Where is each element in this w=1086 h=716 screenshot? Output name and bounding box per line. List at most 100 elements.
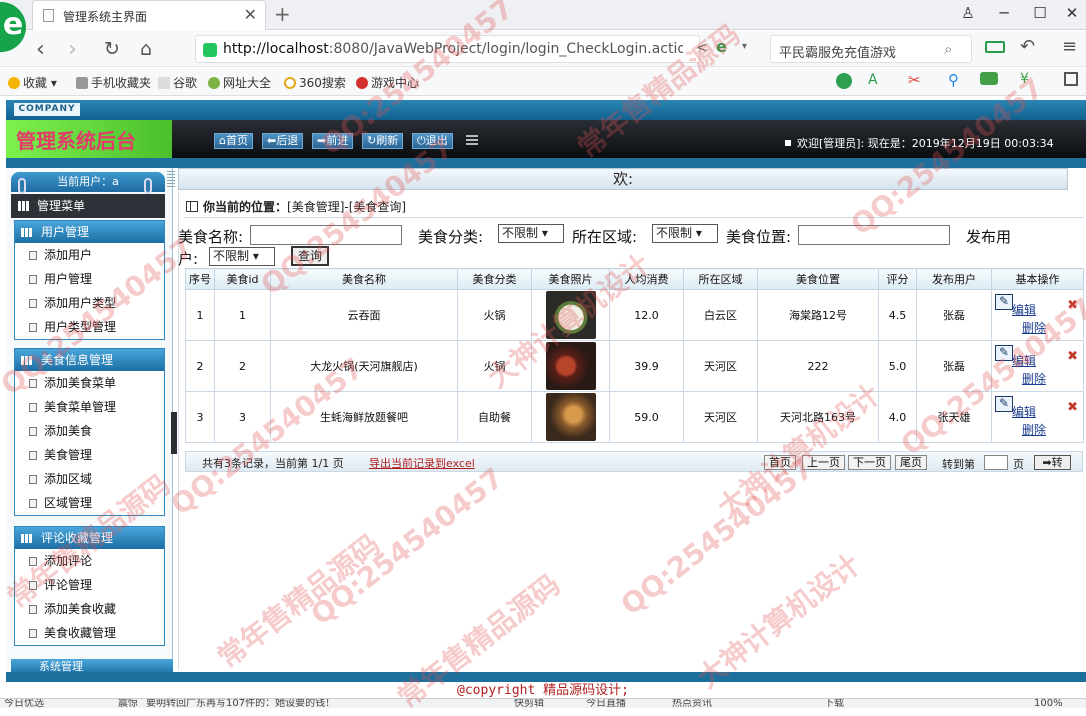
menu-item[interactable]: 用户类型管理 — [15, 315, 164, 339]
ie-mode-icon[interactable]: e — [716, 37, 727, 56]
delete-link[interactable]: 删除 — [1022, 421, 1046, 438]
menu-item[interactable]: 用户管理 — [15, 267, 164, 291]
forward-icon[interactable]: › — [68, 38, 77, 62]
breadcrumb: 你当前的位置：[美食管理]-[美食查询] — [186, 198, 406, 215]
food-photo[interactable] — [545, 291, 596, 339]
area-select[interactable]: 不限制 ▾ — [652, 224, 718, 243]
status-item[interactable]: 100% — [1034, 699, 1063, 708]
gamepad-icon[interactable] — [980, 72, 998, 85]
extension-icon[interactable] — [836, 73, 852, 89]
scissors-icon[interactable]: ✂ — [908, 71, 921, 89]
go-button[interactable]: ➡转 — [1034, 455, 1071, 470]
status-item[interactable]: 震惊 — [118, 699, 138, 708]
edit-icon[interactable] — [995, 396, 1013, 412]
delete-icon[interactable]: ✖ — [1067, 400, 1078, 415]
food-photo[interactable] — [545, 342, 596, 390]
grid-icon[interactable] — [1064, 72, 1078, 86]
first-page-button[interactable]: 首页 — [764, 455, 796, 470]
next-page-button[interactable]: 下一页 — [848, 455, 891, 470]
bookmark-games[interactable]: 游戏中心 — [356, 74, 419, 91]
logout-button[interactable]: ⏻退出 — [412, 133, 453, 149]
bookmark-mobile[interactable]: 手机收藏夹 — [76, 74, 151, 91]
menu-item[interactable]: 添加用户 — [15, 243, 164, 267]
menu-item[interactable]: 美食收藏管理 — [15, 621, 164, 645]
menu-item[interactable]: 添加评论 — [15, 549, 164, 573]
menu-item[interactable]: 评论管理 — [15, 573, 164, 597]
edit-link[interactable]: 编辑 — [1012, 301, 1036, 318]
status-item[interactable]: 快剪辑 — [514, 699, 544, 708]
menu-item[interactable]: 美食管理 — [15, 443, 164, 467]
publisher-select-value: 不限制 — [213, 249, 250, 263]
magnifier-icon[interactable]: ⚲ — [948, 71, 959, 89]
menu-item[interactable]: 美食菜单管理 — [15, 395, 164, 419]
forward-button[interactable]: ➡前进 — [312, 133, 354, 149]
menu-group-header[interactable]: 美食信息管理 — [15, 349, 164, 371]
menu-item[interactable]: 添加美食菜单 — [15, 371, 164, 395]
menu-item[interactable]: 添加美食 — [15, 419, 164, 443]
menu-icon[interactable]: ≡ — [1062, 36, 1077, 57]
category-select[interactable]: 不限制 ▾ — [498, 224, 564, 243]
edit-link[interactable]: 编辑 — [1012, 352, 1036, 369]
status-item[interactable]: 要明转回广东再写107件的：她设要的钱！ — [146, 699, 335, 708]
doc-icon — [29, 427, 37, 436]
export-excel-link[interactable]: 导出当前记录到excel — [369, 455, 475, 471]
prev-page-button[interactable]: 上一页 — [802, 455, 845, 470]
search-box[interactable]: 平民霸服免充值游戏 — [770, 35, 972, 63]
bookmark-google[interactable]: 谷歌 — [158, 74, 197, 91]
share-icon[interactable]: < — [696, 40, 708, 56]
reload-icon[interactable]: ↻ — [104, 37, 120, 61]
menu-group-header[interactable]: 评论收藏管理 — [15, 527, 164, 549]
edit-link[interactable]: 编辑 — [1012, 403, 1036, 420]
publisher-select[interactable]: 不限制 ▾ — [209, 247, 275, 266]
bullet-icon — [785, 140, 791, 146]
delete-link[interactable]: 删除 — [1022, 370, 1046, 387]
jump-page-input[interactable] — [984, 455, 1008, 470]
food-name-input[interactable] — [250, 225, 402, 245]
jump-label: 转到第 — [942, 458, 975, 471]
menu-item[interactable]: 添加用户类型 — [15, 291, 164, 315]
refresh-button[interactable]: ↻刷新 — [362, 133, 404, 149]
last-page-button[interactable]: 尾页 — [895, 455, 927, 470]
search-icon[interactable]: ⌕ — [944, 40, 952, 58]
list-icon[interactable] — [466, 135, 478, 145]
address-bar[interactable]: http://localhost:8080/JavaWebProject/log… — [195, 35, 700, 63]
cell-actions: 编辑删除 ✖ — [991, 340, 1084, 392]
back-button[interactable]: ⬅后退 — [262, 133, 304, 149]
edit-icon[interactable] — [995, 294, 1013, 310]
bookmark-sites[interactable]: 网址大全 — [208, 74, 271, 91]
home-icon[interactable]: ⌂ — [140, 37, 152, 61]
sidebar-collapse-handle[interactable] — [171, 412, 177, 454]
back-icon[interactable]: ‹ — [36, 38, 45, 62]
menu-item[interactable]: 添加区域 — [15, 467, 164, 491]
maximize-button[interactable]: ☐ — [1022, 0, 1058, 28]
minimize-button[interactable]: ─ — [986, 0, 1022, 28]
status-item[interactable]: 下载 — [824, 699, 844, 708]
undo-icon[interactable]: ↶ — [1020, 36, 1035, 57]
shirt-icon[interactable]: ♙ — [950, 0, 986, 28]
status-item[interactable]: 今日优选 — [4, 699, 44, 708]
menu-item[interactable]: 添加美食收藏 — [15, 597, 164, 621]
translate-icon[interactable]: A — [868, 72, 878, 88]
delete-icon[interactable]: ✖ — [1067, 298, 1078, 313]
close-tab-icon[interactable]: ✕ — [244, 5, 257, 24]
delete-icon[interactable]: ✖ — [1067, 349, 1078, 364]
status-item[interactable]: 今日直播 — [586, 699, 626, 708]
query-button[interactable]: 查询 — [291, 246, 329, 266]
menu-item[interactable]: 区域管理 — [15, 491, 164, 515]
battery-icon[interactable] — [985, 41, 1005, 53]
delete-link[interactable]: 删除 — [1022, 319, 1046, 336]
position-input[interactable] — [798, 225, 950, 245]
status-item[interactable]: 热点资讯 — [672, 699, 712, 708]
food-photo[interactable] — [545, 393, 596, 441]
position-label: 美食位置: — [726, 228, 792, 246]
dropdown-icon[interactable]: ▾ — [742, 41, 747, 52]
menu-group-header[interactable]: 用户管理 — [15, 221, 164, 243]
bookmark-360search[interactable]: 360搜索 — [284, 74, 346, 91]
yuan-icon[interactable]: ¥ — [1020, 71, 1029, 87]
browser-tab[interactable]: 管理系统主界面 ✕ — [32, 0, 266, 30]
close-window-button[interactable]: ✕ — [1054, 0, 1086, 28]
home-button[interactable]: ⌂首页 — [214, 133, 253, 149]
edit-icon[interactable] — [995, 345, 1013, 361]
new-tab-button[interactable]: + — [274, 2, 291, 26]
bookmark-favorites[interactable]: 收藏 ▾ — [8, 74, 57, 91]
